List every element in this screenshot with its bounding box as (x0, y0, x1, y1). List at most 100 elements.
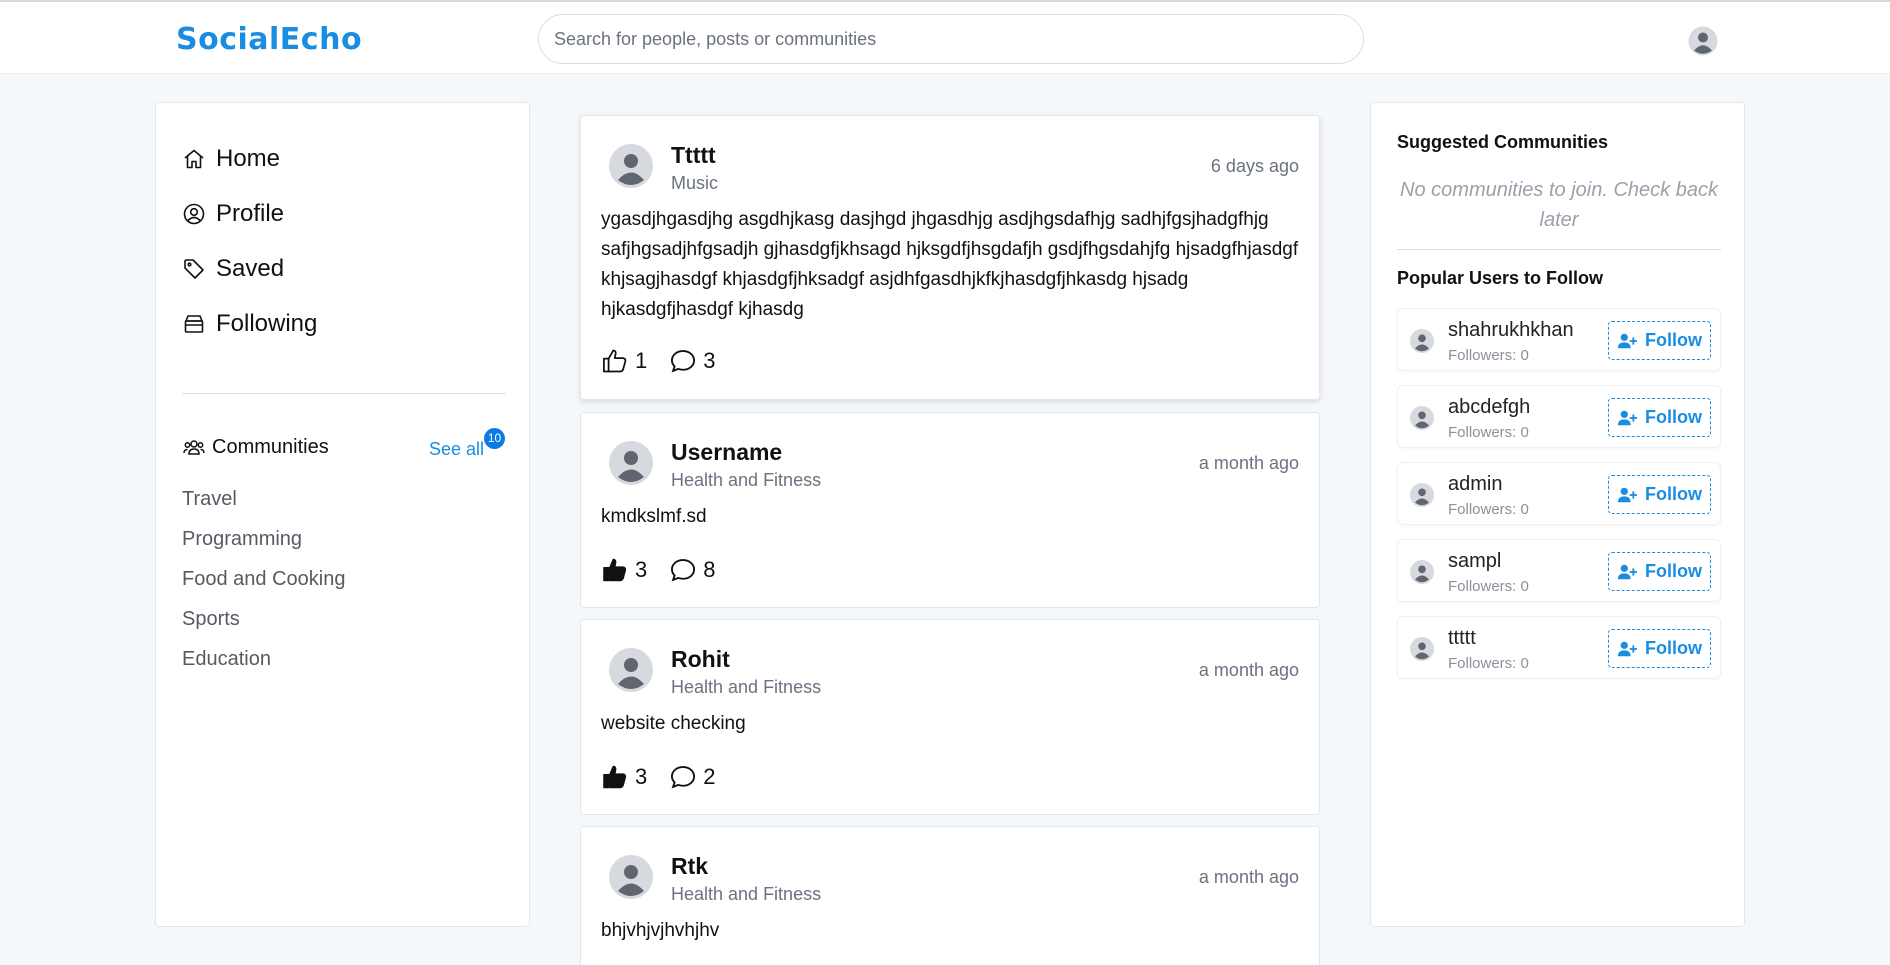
post-card[interactable]: Rtk Health and Fitness a month ago bhjvh… (580, 826, 1320, 965)
community-item-programming[interactable]: Programming (182, 528, 302, 551)
post-card[interactable]: Username Health and Fitness a month ago … (580, 412, 1320, 608)
post-community[interactable]: Music (671, 173, 718, 194)
communities-heading: Communities (182, 435, 329, 459)
post-author-avatar-icon[interactable] (609, 144, 653, 188)
follow-button-label: Follow (1645, 638, 1702, 658)
follow-button[interactable]: Follow (1608, 398, 1711, 437)
community-item-travel[interactable]: Travel (182, 488, 237, 511)
post-body: website checking (601, 713, 746, 734)
user-card: abcdefgh Followers: 0 Follow (1397, 385, 1721, 448)
post-timestamp: a month ago (1198, 867, 1299, 887)
post-actions: 3 2 (601, 763, 738, 791)
post-body: ygasdjhgasdjhg asgdhjkasg dasjhgd jhgasd… (601, 209, 1299, 320)
home-icon (184, 149, 204, 169)
user-name[interactable]: sampl (1448, 550, 1501, 573)
post-timestamp: a month ago (1198, 453, 1299, 473)
user-circle-icon (183, 203, 205, 225)
post-actions: 1 3 (601, 347, 738, 375)
user-avatar-icon[interactable] (1410, 406, 1434, 430)
nav-profile[interactable]: Profile (182, 200, 284, 228)
users-group-icon (183, 440, 205, 455)
communities-label: Communities (212, 435, 329, 458)
comment-icon[interactable] (669, 556, 697, 584)
community-item-education[interactable]: Education (182, 648, 271, 671)
user-followers: Followers: 0 (1448, 501, 1529, 518)
follow-button-label: Follow (1645, 330, 1702, 350)
comment-icon[interactable] (669, 763, 697, 791)
user-card: ttttt Followers: 0 Follow (1397, 616, 1721, 679)
follow-button[interactable]: Follow (1608, 552, 1711, 591)
user-name[interactable]: admin (1448, 473, 1502, 496)
post-actions: 3 8 (601, 556, 738, 584)
post-author-avatar-icon[interactable] (609, 441, 653, 485)
comment-count: 3 (703, 348, 716, 373)
user-avatar-icon[interactable] (1410, 329, 1434, 353)
user-avatar-icon[interactable] (1410, 560, 1434, 584)
follow-button[interactable]: Follow (1608, 629, 1711, 668)
post-community[interactable]: Health and Fitness (671, 677, 821, 698)
user-plus-icon (1617, 487, 1637, 502)
user-name[interactable]: shahrukhkhan (1448, 319, 1574, 342)
post-body: bhjvhjvjhvhjhv (601, 920, 720, 941)
post-author-name[interactable]: Rtk (671, 853, 708, 880)
user-name[interactable]: ttttt (1448, 627, 1476, 650)
app-logo[interactable]: SocialEcho (176, 22, 362, 57)
user-followers: Followers: 0 (1448, 655, 1529, 672)
comment-count: 8 (703, 557, 716, 582)
community-item-food-and-cooking[interactable]: Food and Cooking (182, 568, 345, 591)
follow-button[interactable]: Follow (1608, 321, 1711, 360)
user-followers: Followers: 0 (1448, 578, 1529, 595)
user-plus-icon (1617, 333, 1637, 348)
archive-icon (184, 315, 204, 333)
user-card: sampl Followers: 0 Follow (1397, 539, 1721, 602)
post-community[interactable]: Health and Fitness (671, 884, 821, 905)
right-divider (1397, 249, 1721, 250)
like-filled-icon[interactable] (601, 556, 629, 584)
nav-following[interactable]: Following (182, 310, 317, 338)
post-card[interactable]: Ttttt Music 6 days ago ygasdjhgasdjhg as… (580, 115, 1320, 400)
left-sidebar: Home Profile Saved Following Communities… (155, 102, 530, 927)
post-author-avatar-icon[interactable] (609, 855, 653, 899)
user-avatar-icon[interactable] (1410, 637, 1434, 661)
follow-button-label: Follow (1645, 484, 1702, 504)
sidebar-divider (182, 393, 506, 394)
follow-button-label: Follow (1645, 407, 1702, 427)
post-body: kmdkslmf.sd (601, 506, 707, 527)
nav-profile-label: Profile (216, 200, 285, 227)
post-timestamp: 6 days ago (1210, 156, 1299, 176)
like-count: 3 (635, 764, 648, 789)
search-input[interactable] (538, 14, 1364, 64)
see-all-link[interactable]: See all (429, 439, 484, 460)
nav-home-label: Home (216, 145, 281, 172)
post-author-name[interactable]: Rohit (671, 646, 730, 673)
user-avatar-icon[interactable] (1410, 483, 1434, 507)
community-item-sports[interactable]: Sports (182, 608, 240, 631)
post-author-avatar-icon[interactable] (609, 648, 653, 692)
communities-count-badge: 10 (484, 428, 505, 449)
post-author-name[interactable]: Username (671, 439, 782, 466)
comment-icon[interactable] (669, 347, 697, 375)
post-card[interactable]: Rohit Health and Fitness a month ago web… (580, 619, 1320, 815)
user-plus-icon (1617, 564, 1637, 579)
suggested-communities-title: Suggested Communities (1397, 132, 1609, 152)
nav-home[interactable]: Home (182, 145, 280, 173)
like-count: 1 (635, 348, 648, 373)
user-followers: Followers: 0 (1448, 347, 1529, 364)
right-sidebar: Suggested Communities No communities to … (1370, 102, 1745, 927)
nav-saved-label: Saved (216, 255, 285, 282)
like-filled-icon[interactable] (601, 763, 629, 791)
user-card: shahrukhkhan Followers: 0 Follow (1397, 308, 1721, 371)
no-communities-message: No communities to join. Check back later (1400, 179, 1718, 231)
like-count: 3 (635, 557, 648, 582)
like-outline-icon[interactable] (601, 347, 629, 375)
user-name[interactable]: abcdefgh (1448, 396, 1530, 419)
nav-saved[interactable]: Saved (182, 255, 284, 283)
top-header: SocialEcho (0, 2, 1890, 74)
user-avatar-icon[interactable] (1688, 26, 1718, 56)
user-plus-icon (1617, 641, 1637, 656)
post-author-name[interactable]: Ttttt (671, 142, 716, 169)
post-community[interactable]: Health and Fitness (671, 470, 821, 491)
follow-button[interactable]: Follow (1608, 475, 1711, 514)
tag-icon (184, 259, 204, 279)
popular-users-title: Popular Users to Follow (1397, 268, 1604, 288)
